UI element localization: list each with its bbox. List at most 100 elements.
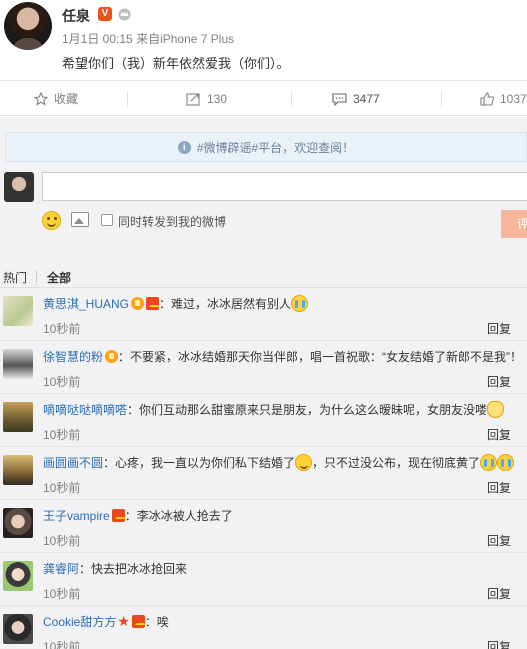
post-time[interactable]: 1月1日 00:15: [62, 32, 133, 46]
submit-comment-button[interactable]: 评论: [501, 210, 527, 238]
comment-body: 画圆画不圆：心疼，我一直以为你们私下结婚了 ，只不过没公布，现在彻底黄了: [43, 454, 527, 471]
comment-text: ：李冰冰被人抢去了: [124, 509, 233, 523]
commenter-avatar[interactable]: [3, 561, 33, 591]
member-badge-icon: [105, 350, 119, 363]
crying-emoji-icon: [291, 295, 309, 312]
emoji-icon[interactable]: [42, 211, 61, 230]
grin-emoji-icon: [295, 454, 313, 471]
commenter-avatar[interactable]: [3, 455, 33, 485]
comment-body: Cookie甜方方★ ：唉: [43, 613, 527, 630]
forward-button[interactable]: 130: [186, 81, 227, 116]
commenter-name[interactable]: Cookie甜方方: [43, 615, 116, 629]
commenter-name[interactable]: 画圆画不圆: [43, 456, 103, 470]
star-icon: [34, 91, 48, 106]
tab-divider: [36, 270, 37, 283]
reply-button[interactable]: 回复: [487, 479, 511, 496]
commenter-name[interactable]: 王子vampire: [43, 509, 110, 523]
author-avatar[interactable]: [4, 2, 52, 50]
comment-time: 10秒前: [43, 375, 81, 389]
favorite-button[interactable]: 收藏: [34, 81, 78, 116]
comment-body: 龚睿阿：快去把冰冰抢回来: [43, 560, 527, 577]
repost-label[interactable]: 同时转发到我的微博: [118, 213, 226, 230]
comment-tabs: 热门 全部: [0, 262, 527, 288]
tab-hot[interactable]: 热门: [3, 269, 27, 286]
comment-count: 3477: [353, 91, 380, 106]
action-divider: [127, 91, 128, 107]
comment-button[interactable]: 3477: [332, 81, 380, 116]
commenter-name[interactable]: 嘀嘀哒哒嘀嘀嗒: [43, 403, 127, 417]
comment-time: 10秒前: [43, 428, 81, 442]
info-icon: i: [177, 140, 191, 154]
vip-badge-icon: [146, 297, 161, 310]
comment-item: 王子vampire ：李冰冰被人抢去了 10秒前 回复: [0, 500, 527, 553]
reply-button[interactable]: 回复: [487, 426, 511, 443]
comment-input[interactable]: [42, 172, 527, 201]
reply-button[interactable]: 回复: [487, 638, 511, 649]
comment-text: ：快去把冰冰抢回来: [79, 562, 188, 576]
comment-text: ：难过，冰冰居然有别人: [159, 297, 292, 311]
action-divider: [441, 91, 442, 107]
commenter-name[interactable]: 徐智慧的粉: [43, 350, 103, 364]
author-name[interactable]: 任泉: [62, 6, 90, 26]
post-text: 希望你们（我）新年依然爱我（你们）。: [62, 56, 290, 71]
comment-item: 黄思淇_HUANG ：难过，冰冰居然有别人 10秒前 回复: [0, 288, 527, 341]
cat-emoji-icon: [487, 401, 505, 418]
comment-item: 画圆画不圆：心疼，我一直以为你们私下结婚了 ，只不过没公布，现在彻底黄了 10秒前…: [0, 447, 527, 500]
member-badge-icon: [131, 297, 145, 310]
post-action-bar: 收藏 130 3477 1037: [0, 80, 527, 116]
forward-count: 130: [207, 91, 228, 106]
verified-badge: V: [98, 7, 112, 21]
commenter-avatar[interactable]: [3, 349, 33, 379]
comment-item: 龚睿阿：快去把冰冰抢回来 10秒前 回复: [0, 553, 527, 606]
crying-emoji-icon: [480, 454, 498, 471]
comment-text-continued: ，只不过没公布，现在彻底黄了: [312, 456, 481, 470]
repost-checkbox[interactable]: [101, 214, 113, 226]
commenter-avatar[interactable]: [3, 402, 33, 432]
crying-emoji-icon: [497, 454, 515, 471]
like-count: 1037: [500, 91, 527, 106]
comment-text: ：不要紧，冰冰结婚那天你当伴郎，唱一首祝歌：“女友结婚了新郎不是我”！: [118, 350, 523, 364]
commenter-avatar[interactable]: [3, 296, 33, 326]
notice-text: #微博辟谣#平台，欢迎查阅！: [196, 140, 355, 155]
comment-time: 10秒前: [43, 587, 81, 601]
comment-icon: [332, 92, 347, 106]
post-source[interactable]: iPhone 7 Plus: [160, 32, 234, 46]
comment-text: ：唉: [144, 615, 169, 629]
comment-time: 10秒前: [43, 534, 81, 548]
comment-item: 徐智慧的粉 ：不要紧，冰冰结婚那天你当伴郎，唱一首祝歌：“女友结婚了新郎不是我”！…: [0, 341, 527, 394]
post-source-prefix: 来自: [136, 32, 161, 46]
commenter-name[interactable]: 黄思淇_HUANG: [43, 297, 129, 311]
thumbs-up-icon: [480, 91, 494, 106]
tab-all[interactable]: 全部: [47, 269, 71, 286]
image-icon[interactable]: [71, 212, 89, 227]
comment-text: ：心疼，我一直以为你们私下结婚了: [103, 456, 296, 470]
comment-time: 10秒前: [43, 481, 81, 495]
comment-item: 嘀嘀哒哒嘀嘀嗒：你们互动那么甜蜜原来只是朋友，为什么这么暧昧呢，女朋友没喽 10…: [0, 394, 527, 447]
commenter-avatar[interactable]: [3, 614, 33, 644]
comment-body: 黄思淇_HUANG ：难过，冰冰居然有别人: [43, 295, 527, 312]
reply-button[interactable]: 回复: [487, 373, 511, 390]
crown-icon: [118, 8, 131, 21]
forward-icon: [186, 92, 200, 106]
comment-time: 10秒前: [43, 322, 81, 336]
my-avatar: [4, 172, 34, 202]
vip-badge-icon: [131, 615, 146, 628]
star-badge-icon: ★: [117, 613, 130, 629]
rumor-notice-banner[interactable]: i #微博辟谣#平台，欢迎查阅！: [5, 132, 527, 162]
comment-item: Cookie甜方方★ ：唉 10秒前 回复: [0, 606, 527, 649]
vip-badge-icon: [111, 509, 126, 522]
comment-body: 嘀嘀哒哒嘀嘀嗒：你们互动那么甜蜜原来只是朋友，为什么这么暧昧呢，女朋友没喽: [43, 401, 527, 418]
comment-text: ：你们互动那么甜蜜原来只是朋友，为什么这么暧昧呢，女朋友没喽: [127, 403, 488, 417]
post-meta: 1月1日 00:15 来自iPhone 7 Plus: [62, 30, 234, 47]
reply-button[interactable]: 回复: [487, 532, 511, 549]
commenter-avatar[interactable]: [3, 508, 33, 538]
comment-body: 王子vampire ：李冰冰被人抢去了: [43, 507, 527, 524]
commenter-name[interactable]: 龚睿阿: [43, 562, 79, 576]
comment-time: 10秒前: [43, 640, 81, 649]
favorite-label: 收藏: [54, 92, 79, 106]
weibo-post: 任泉 V 1月1日 00:15 来自iPhone 7 Plus 希望你们（我）新…: [0, 0, 527, 80]
reply-button[interactable]: 回复: [487, 585, 511, 602]
action-divider: [291, 91, 292, 107]
like-button[interactable]: 1037: [480, 81, 527, 116]
reply-button[interactable]: 回复: [487, 320, 511, 337]
